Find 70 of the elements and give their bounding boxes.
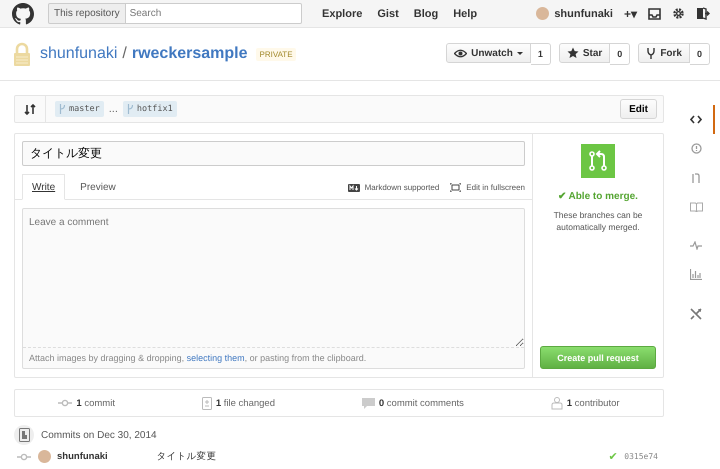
commit-sha[interactable]: 0315e74 [624, 452, 658, 461]
pull-request-icon [691, 172, 701, 184]
lock-icon [13, 42, 31, 66]
select-files-link[interactable]: selecting them [186, 353, 245, 363]
book-icon [690, 202, 702, 212]
title-field[interactable]: タイトル変更 [22, 141, 525, 166]
nav-link[interactable]: Explore [322, 8, 362, 20]
octocat-logo-icon[interactable] [12, 2, 34, 24]
fork-icon [646, 46, 656, 60]
pulse-icon [690, 241, 702, 250]
search-field[interactable]: Search [126, 3, 302, 24]
merge-message: These branches can be automatically merged. [552, 210, 644, 234]
nav-link[interactable]: Help [453, 8, 478, 20]
commits-date-icon [18, 428, 30, 442]
compare-icon[interactable] [24, 102, 36, 116]
attach-hint: Attach images by dragging & dropping, selecting them, or pasting from the clipboard. [28, 352, 368, 365]
nav-link[interactable]: Gist [377, 8, 399, 20]
comment-icon [362, 398, 375, 408]
repo-action-button[interactable]: Fork [638, 43, 690, 63]
path-separator: / [122, 45, 127, 63]
range-ellipsis: ... [108, 103, 118, 115]
summary-stat[interactable]: 1 contributor [566, 398, 620, 408]
base-branch[interactable]: master [55, 101, 104, 117]
issue-icon [690, 143, 702, 154]
commits-date-heading: Commits on Dec 30, 2014 [41, 430, 157, 440]
editor-tab[interactable]: Write [22, 174, 66, 200]
merge-status: ✔ Able to merge. [558, 190, 638, 202]
markdown-icon [348, 184, 360, 192]
sign-out-icon[interactable] [696, 7, 710, 20]
summary-stat[interactable]: 1 file changed [216, 398, 275, 408]
edit-button[interactable]: Edit [620, 99, 657, 119]
summary-stat[interactable]: 0 commit comments [378, 398, 464, 408]
head-branch[interactable]: hotfix1 [122, 101, 177, 117]
comment-field[interactable]: Leave a comment Attach images by dragging & dropping, selecting them, or pasting from the clipboard. [22, 208, 525, 369]
star-icon [566, 47, 579, 59]
code-icon [690, 115, 702, 124]
fullscreen-link[interactable]: Edit in fullscreen [466, 183, 525, 192]
commit-icon [58, 399, 72, 407]
status-check: ✔ [608, 450, 618, 463]
action-count: 0 [610, 43, 630, 65]
search-scope-label: This repository [48, 3, 126, 24]
summary-stat[interactable]: 1 commit [76, 398, 115, 408]
graph-icon [690, 269, 702, 280]
branch-icon [59, 104, 66, 114]
repo-action-button[interactable]: Star [558, 43, 610, 63]
file-diff-icon [202, 396, 212, 410]
markdown-hint[interactable]: Markdown supported [364, 183, 440, 192]
commit-icon [17, 452, 31, 460]
merge-icon [581, 144, 615, 178]
username-link[interactable]: shunfunaki [554, 8, 613, 20]
action-count: 0 [690, 43, 710, 65]
nav-link[interactable]: Blog [414, 8, 438, 20]
action-count: 1 [530, 43, 551, 65]
editor-tab[interactable]: Preview [70, 174, 126, 200]
commit-message[interactable]: タイトル変更 [156, 450, 217, 463]
avatar [38, 450, 51, 463]
inbox-icon[interactable] [648, 8, 661, 20]
branch-icon [126, 104, 134, 114]
private-badge: PRIVATE [256, 48, 296, 60]
repo-action-button[interactable]: Unwatch [446, 43, 531, 63]
create-new-button[interactable]: +▾ [624, 6, 637, 20]
tools-icon [690, 308, 702, 320]
owner-link[interactable]: shunfunaki [40, 45, 118, 63]
settings-icon[interactable] [672, 7, 685, 20]
repo-name-link[interactable]: rweckersample [132, 45, 248, 63]
contributors-icon [550, 396, 563, 410]
caret-icon [516, 52, 523, 54]
commit-author[interactable]: shunfunaki [57, 451, 108, 462]
eye-icon [454, 48, 468, 58]
fullscreen-icon [450, 183, 462, 192]
